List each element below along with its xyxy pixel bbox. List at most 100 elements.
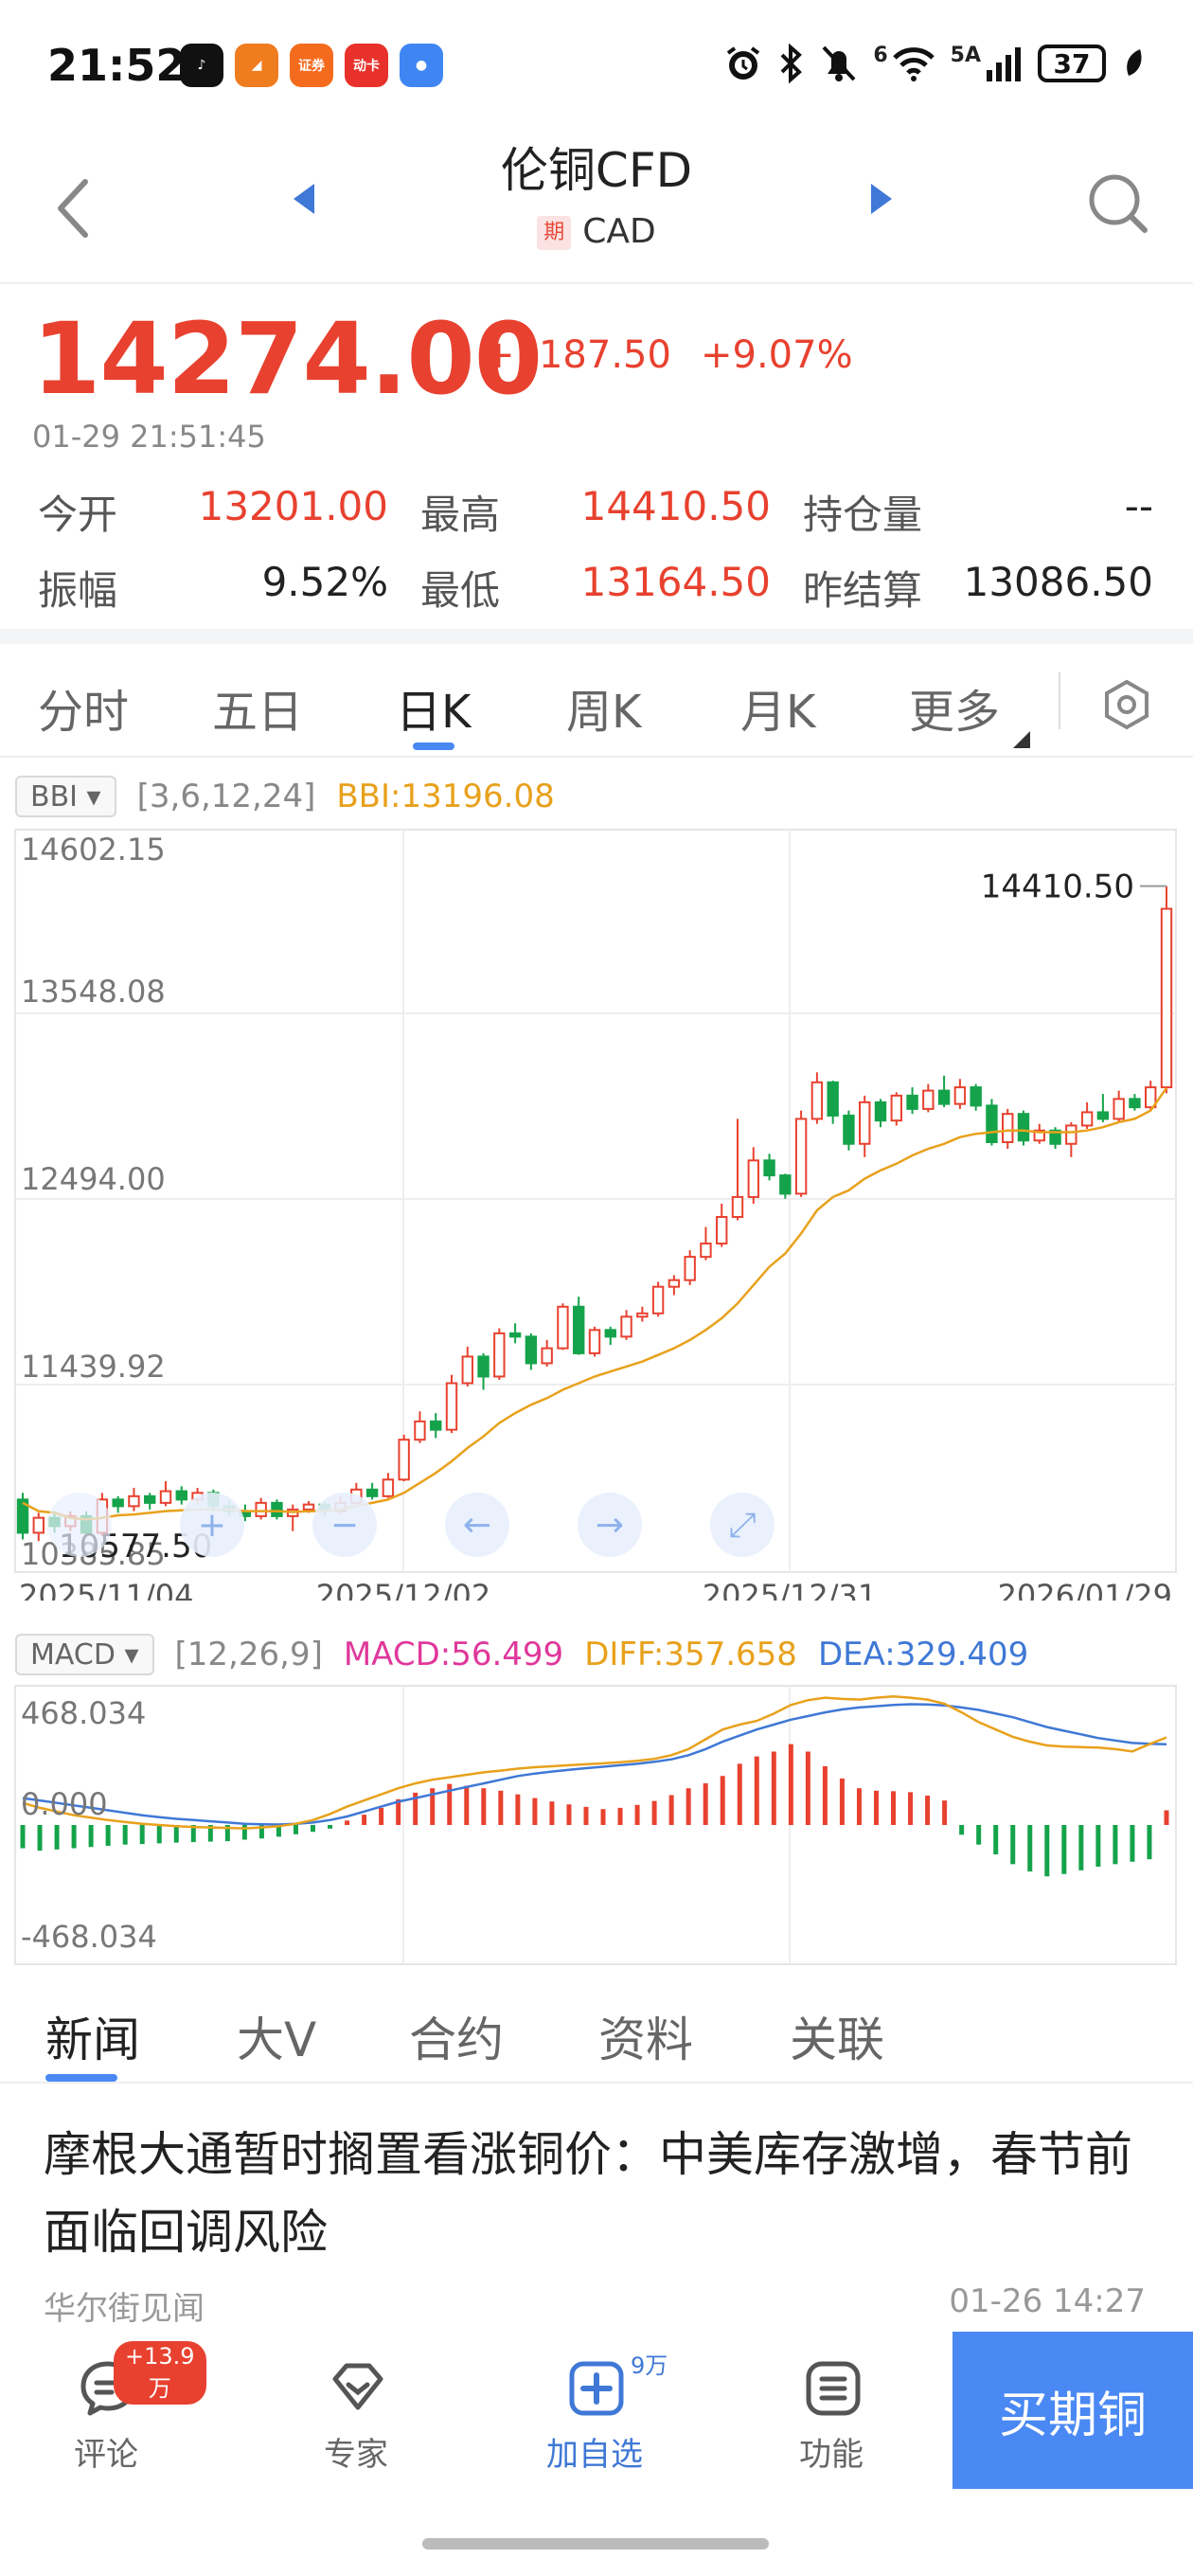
- search-icon[interactable]: [1085, 170, 1151, 237]
- page-title: 伦铜CFD: [500, 143, 693, 198]
- kline-candle-down: [365, 1488, 379, 1497]
- news-headline[interactable]: 摩根大通暂时搁置看涨铜价：中美库存激增，春节前面临回调风险: [44, 2116, 1161, 2271]
- kline-candle-up: [922, 1089, 935, 1110]
- period-tab[interactable]: 更多: [909, 674, 1000, 741]
- message-app-icon: ●: [400, 44, 443, 87]
- kline-candle-down: [779, 1174, 792, 1195]
- leaf-icon: [1127, 49, 1142, 76]
- comment-button[interactable]: +13.9万 评论: [11, 2330, 206, 2489]
- period-tab[interactable]: 分时: [38, 674, 129, 741]
- add-watchlist-label: 加自选: [546, 2436, 643, 2474]
- kline-chart[interactable]: 14602.1513548.0812494.0011439.9210385.85…: [0, 824, 1193, 1601]
- kline-candle-down: [604, 1329, 616, 1338]
- kline-candle-up: [128, 1494, 140, 1508]
- kline-candle-up: [953, 1086, 967, 1105]
- status-bar: 21:52 ♪ ◢ 证券 动卡 ● 6 5A 37: [0, 0, 1193, 133]
- news-tab[interactable]: 新闻: [45, 2002, 140, 2070]
- futures-badge: 期: [537, 216, 572, 250]
- kline-candle-up: [620, 1315, 632, 1338]
- macd-frame: [14, 1685, 1177, 1965]
- status-time: 21:52: [47, 40, 187, 91]
- kline-candle-up: [716, 1215, 728, 1245]
- home-indicator[interactable]: [422, 2538, 769, 2549]
- comment-count-badge: +13.9万: [114, 2341, 206, 2405]
- kline-candle-down: [430, 1420, 442, 1431]
- kline-candle-down: [477, 1355, 490, 1378]
- news-tab[interactable]: 关联: [790, 2002, 884, 2070]
- sim-label: 6: [873, 44, 888, 67]
- kline-candle-up: [461, 1355, 473, 1385]
- news-time: 01-26 14:27: [949, 2282, 1146, 2320]
- quote-label: 今开: [38, 492, 118, 538]
- menu-list-icon: [806, 2361, 861, 2416]
- kline-candle-up: [541, 1347, 553, 1365]
- kline-candle-up: [731, 1195, 744, 1218]
- kline-candle-up: [1002, 1113, 1014, 1144]
- quote-value: 13164.50: [580, 559, 771, 605]
- period-tab[interactable]: 日K: [396, 674, 471, 741]
- scroll-left-button[interactable]: ←: [445, 1493, 509, 1557]
- quote-label: 振幅: [38, 567, 118, 614]
- news-tab-indicator: [45, 2074, 117, 2082]
- kline-candle-up: [557, 1305, 569, 1350]
- news-tab[interactable]: 大V: [237, 2002, 316, 2070]
- chart-settings-icon[interactable]: [1100, 678, 1153, 731]
- kline-indicator-params: [3,6,12,24]: [136, 778, 316, 815]
- kline-candle-down: [874, 1100, 887, 1122]
- section-divider: [0, 629, 1193, 644]
- period-tab[interactable]: 五日: [212, 674, 303, 741]
- quote-label: 最高: [420, 492, 501, 538]
- kline-candle-up: [810, 1081, 824, 1120]
- kline-candle-down: [144, 1494, 156, 1504]
- zoom-out-button[interactable]: −: [312, 1493, 377, 1557]
- scroll-right-button[interactable]: →: [578, 1493, 642, 1557]
- kline-candle-down: [906, 1094, 918, 1110]
- kline-candle-up: [1160, 907, 1173, 1089]
- diff-line: [22, 1695, 1167, 1830]
- kline-candle-down: [175, 1490, 187, 1501]
- kline-candle-up: [890, 1094, 902, 1122]
- kline-candle-up: [302, 1503, 315, 1511]
- kline-candle-down: [970, 1086, 982, 1107]
- period-tabs: 分时 五日 日K 周K 月K 更多: [0, 644, 1193, 758]
- contract-code: CAD: [582, 212, 656, 251]
- macd-header: MACD ▾ [12,26,9] MACD:56.499 DIFF:357.65…: [15, 1633, 1028, 1676]
- fullscreen-icon: ⤢: [729, 1506, 757, 1545]
- zoom-out-icon: −: [330, 1506, 359, 1545]
- kline-candle-up: [684, 1256, 696, 1281]
- status-system-icons: 6 5A 37: [723, 44, 1146, 83]
- kline-candle-up: [159, 1490, 172, 1504]
- add-watchlist-button[interactable]: 9万 加自选: [500, 2330, 689, 2489]
- kline-candle-up: [668, 1279, 681, 1288]
- high-price-label: 14410.50: [981, 868, 1134, 906]
- zoom-in-button[interactable]: +: [180, 1493, 244, 1557]
- kline-candle-up: [445, 1382, 458, 1431]
- kline-indicator-selector[interactable]: BBI ▾: [15, 776, 116, 817]
- last-price: 14274.00: [32, 301, 543, 417]
- kline-candle-down: [573, 1305, 585, 1354]
- period-tab[interactable]: 月K: [740, 674, 815, 741]
- next-contract-icon[interactable]: [867, 182, 896, 216]
- comment-label: 评论: [74, 2436, 138, 2474]
- news-tab[interactable]: 合约: [409, 2002, 504, 2070]
- period-tab[interactable]: 周K: [566, 674, 641, 741]
- macd-chart[interactable]: 468.034 0.000 -468.034: [0, 1682, 1193, 1972]
- functions-button[interactable]: 功能: [737, 2330, 926, 2489]
- scroll-start-button[interactable]: [47, 1493, 112, 1557]
- expert-button[interactable]: 专家: [261, 2330, 451, 2489]
- kline-x-tick: 2025/12/31: [703, 1578, 877, 1601]
- kline-candle-up: [794, 1118, 808, 1195]
- expert-diamond-icon: [332, 2363, 383, 2410]
- kline-x-tick: 2026/01/29: [998, 1578, 1172, 1601]
- quote-label: 持仓量: [803, 492, 923, 538]
- macd-indicator-selector[interactable]: MACD ▾: [15, 1634, 154, 1675]
- fullscreen-button[interactable]: ⤢: [710, 1493, 775, 1557]
- quote-time: 01-29 21:51:45: [32, 419, 266, 455]
- news-tab[interactable]: 资料: [598, 2002, 693, 2070]
- kline-y-tick: 11439.92: [21, 1349, 166, 1385]
- kline-candle-down: [986, 1104, 998, 1144]
- dea-value: DEA:329.409: [817, 1636, 1029, 1673]
- kline-candle-down: [112, 1498, 124, 1508]
- alarm-icon: [727, 46, 760, 80]
- buy-futures-button[interactable]: 买期铜: [953, 2332, 1193, 2489]
